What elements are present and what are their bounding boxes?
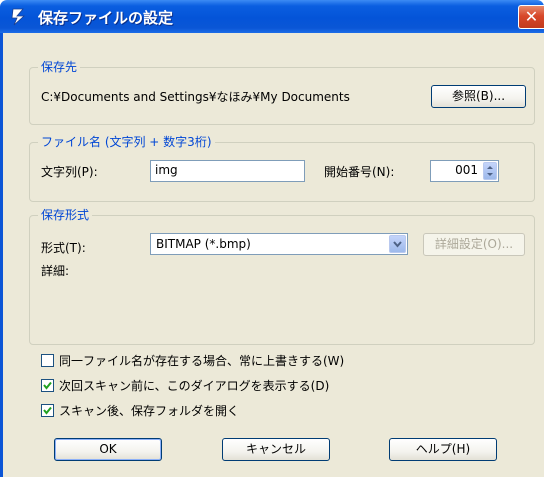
title-bar[interactable]: 保存ファイルの設定 ✕ xyxy=(0,0,544,33)
close-icon: ✕ xyxy=(524,7,539,26)
overwrite-checkbox[interactable] xyxy=(41,354,54,367)
open-folder-label: スキャン後、保存フォルダを開く xyxy=(59,404,240,418)
spin-updown-icon[interactable] xyxy=(483,162,497,180)
chevron-down-icon[interactable] xyxy=(389,235,406,253)
filename-group-label: ファイル名 (文字列 + 数字3桁) xyxy=(38,134,215,150)
browse-button[interactable]: 参照(B)... xyxy=(431,85,526,108)
format-group: 保存形式 形式(T): BITMAP (*.bmp) 詳細設定(O)... 詳細… xyxy=(29,207,535,345)
format-type-label: 形式(T): xyxy=(41,241,86,255)
details-label: 詳細: xyxy=(41,264,70,278)
checkmark-icon xyxy=(43,406,52,415)
show-dialog-label: 次回スキャン前に、このダイアログを表示する(D) xyxy=(59,379,330,393)
window-title: 保存ファイルの設定 xyxy=(38,9,174,27)
start-number-label: 開始番号(N): xyxy=(324,165,395,179)
prefix-label: 文字列(P): xyxy=(41,165,98,179)
overwrite-label: 同一ファイル名が存在する場合、常に上書きする(W) xyxy=(59,354,345,368)
advanced-settings-button[interactable]: 詳細設定(O)... xyxy=(423,233,525,256)
checkmark-icon xyxy=(43,381,52,390)
scanner-app-icon xyxy=(11,8,26,26)
close-button[interactable]: ✕ xyxy=(518,5,544,29)
start-number-spinner[interactable]: 001 xyxy=(430,160,499,182)
filename-group: ファイル名 (文字列 + 数字3桁) 文字列(P): img 開始番号(N): … xyxy=(29,134,535,202)
format-type-value: BITMAP (*.bmp) xyxy=(156,237,251,251)
destination-group: 保存先 C:¥Documents and Settings¥なほみ¥My Doc… xyxy=(29,59,535,125)
prefix-input[interactable]: img xyxy=(150,160,305,182)
help-button[interactable]: ヘルプ(H) xyxy=(389,438,497,461)
format-group-label: 保存形式 xyxy=(38,207,93,223)
dialog-body: 保存先 C:¥Documents and Settings¥なほみ¥My Doc… xyxy=(0,33,544,477)
ok-button[interactable]: OK xyxy=(54,438,162,461)
format-type-select[interactable]: BITMAP (*.bmp) xyxy=(150,233,408,255)
save-file-settings-dialog: 保存ファイルの設定 ✕ 保存先 C:¥Documents and Setting… xyxy=(0,0,544,477)
open-folder-checkbox[interactable] xyxy=(41,404,54,417)
cancel-button[interactable]: キャンセル xyxy=(222,438,330,461)
destination-path: C:¥Documents and Settings¥なほみ¥My Documen… xyxy=(41,90,350,104)
show-dialog-checkbox[interactable] xyxy=(41,379,54,392)
destination-group-label: 保存先 xyxy=(38,59,81,75)
start-number-value: 001 xyxy=(455,163,478,177)
